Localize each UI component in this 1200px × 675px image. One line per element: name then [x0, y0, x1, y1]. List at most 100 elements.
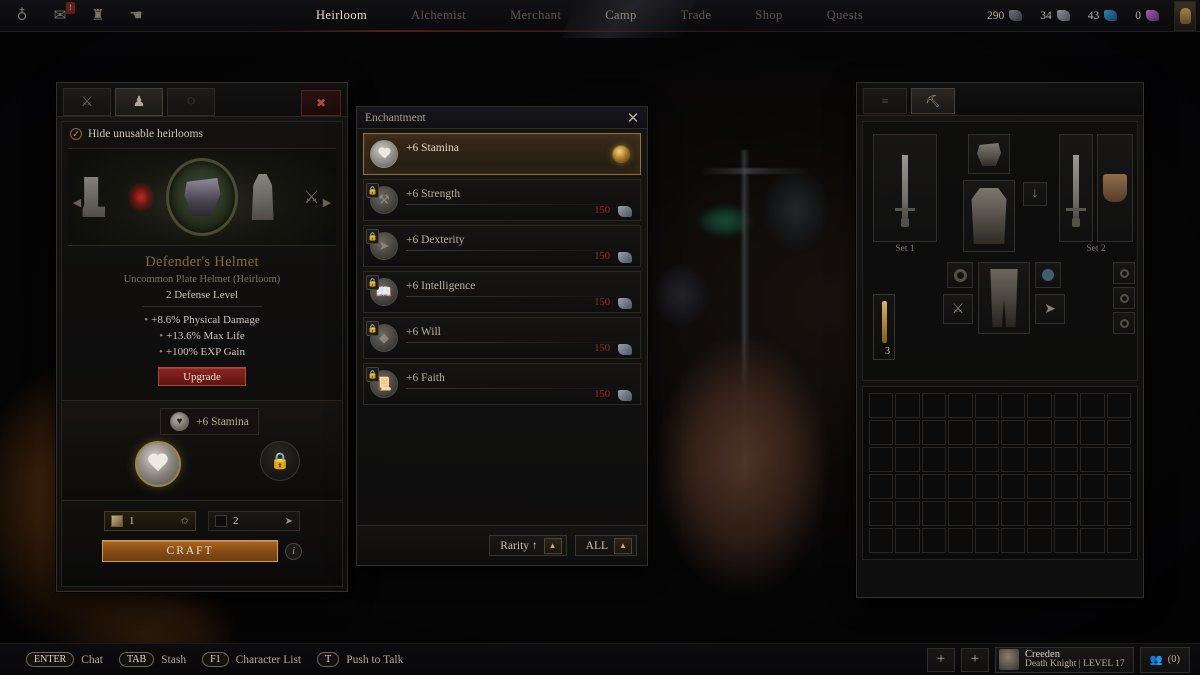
hint-push-to-talk[interactable]: T Push to Talk — [317, 652, 403, 667]
inventory-cell[interactable] — [1027, 393, 1052, 418]
globe-icon[interactable]: ♁ — [12, 6, 32, 26]
upgrade-button[interactable]: Upgrade — [158, 367, 246, 386]
inventory-cell[interactable] — [1027, 420, 1052, 445]
enchantment-row-strength[interactable]: ⚒ 🔒 +6 Strength 150 — [363, 179, 641, 221]
add-button-2[interactable]: + — [960, 647, 989, 672]
trophy-icon[interactable]: ♜ — [88, 6, 108, 26]
equip-slot-tool[interactable]: ⚔ — [943, 294, 973, 324]
add-button-1[interactable]: + — [926, 647, 955, 672]
inventory-cell[interactable] — [895, 501, 920, 526]
inventory-cell[interactable] — [1080, 420, 1105, 445]
currency-violet[interactable]: 0 — [1126, 10, 1168, 22]
inventory-cell[interactable] — [1080, 528, 1105, 553]
equip-slot-chest[interactable] — [963, 180, 1015, 252]
inventory-cell[interactable] — [974, 420, 999, 445]
equip-slot-amulet[interactable] — [1035, 262, 1061, 288]
inventory-cell[interactable] — [921, 420, 947, 445]
enchantment-row-dexterity[interactable]: ➤ 🔒 +6 Dexterity 150 — [363, 225, 641, 267]
currency-silver[interactable]: 290 — [978, 10, 1031, 22]
inventory-cell[interactable] — [869, 474, 894, 499]
filter-direction-icon[interactable]: ▲ — [614, 537, 632, 554]
tab-stats[interactable]: ≡ — [863, 88, 907, 114]
material-slot-scroll[interactable]: 1 ✩ — [104, 511, 196, 531]
equip-slot-belt[interactable] — [947, 262, 973, 288]
inventory-cell[interactable] — [1106, 393, 1131, 418]
craft-button[interactable]: CRAFT — [102, 540, 279, 562]
nav-merchant[interactable]: Merchant — [488, 4, 583, 27]
party-button[interactable]: 👥 (0) — [1139, 646, 1190, 673]
inventory-cell[interactable] — [895, 447, 920, 472]
inventory-cell[interactable] — [921, 393, 947, 418]
equip-slot-ring-3[interactable] — [1113, 312, 1135, 334]
inventory-cell[interactable] — [869, 501, 894, 526]
inventory-cell[interactable] — [974, 474, 999, 499]
enchantment-row-will[interactable]: ◆ 🔒 +6 Will 150 — [363, 317, 641, 359]
emote-icon[interactable]: ☚ — [126, 6, 146, 26]
equip-slot-ring-1[interactable] — [1113, 262, 1135, 284]
inventory-cell[interactable] — [1053, 447, 1079, 472]
tab-armor[interactable]: ♟ — [115, 88, 163, 116]
inventory-cell[interactable] — [1027, 501, 1052, 526]
inventory-cell[interactable] — [1080, 447, 1105, 472]
carousel-item-boots[interactable] — [74, 171, 111, 223]
enchantment-row-stamina[interactable]: +6 Stamina — [363, 133, 641, 175]
material-slot-shard[interactable]: 2 ➤ — [208, 511, 300, 531]
equip-slot-set2-weapon[interactable] — [1059, 134, 1093, 242]
craft-panel-close-button[interactable]: ✖ — [301, 90, 341, 116]
inventory-cell[interactable] — [1000, 447, 1026, 472]
inventory-cell[interactable] — [869, 528, 894, 553]
inventory-cell[interactable] — [895, 420, 920, 445]
inventory-cell[interactable] — [1027, 528, 1052, 553]
equip-slot-head[interactable] — [968, 134, 1010, 174]
player-portrait-icon[interactable] — [1174, 0, 1196, 31]
inventory-cell[interactable] — [948, 474, 973, 499]
inventory-cell[interactable] — [948, 393, 973, 418]
nav-trade[interactable]: Trade — [659, 4, 734, 27]
inventory-cell[interactable] — [1106, 501, 1131, 526]
inventory-cell[interactable] — [1080, 474, 1105, 499]
inventory-cell[interactable] — [1080, 393, 1105, 418]
inventory-cell[interactable] — [1000, 528, 1026, 553]
inventory-cell[interactable] — [974, 393, 999, 418]
inventory-cell[interactable] — [1027, 474, 1052, 499]
info-icon[interactable]: i — [285, 542, 302, 560]
close-icon[interactable]: ✕ — [621, 106, 645, 130]
inventory-cell[interactable] — [1053, 528, 1079, 553]
tab-jewelry[interactable]: ◌ — [167, 88, 215, 116]
hint-chat[interactable]: ENTER Chat — [26, 652, 103, 667]
inventory-cell[interactable] — [1000, 420, 1026, 445]
carousel-item-robe[interactable] — [244, 171, 281, 223]
inventory-cell[interactable] — [921, 501, 947, 526]
inventory-cell[interactable] — [921, 447, 947, 472]
inventory-cell[interactable] — [1053, 393, 1079, 418]
hide-unusable-heirlooms-toggle[interactable]: ✓ Hide unusable heirlooms — [62, 122, 342, 146]
inventory-cell[interactable] — [1080, 501, 1105, 526]
carousel-item-ember[interactable] — [123, 171, 160, 223]
inventory-cell[interactable] — [1027, 447, 1052, 472]
nav-quests[interactable]: Quests — [805, 4, 885, 27]
tab-equipment[interactable]: ⛏ — [911, 88, 955, 114]
equip-slot-legs[interactable] — [978, 262, 1030, 334]
sort-direction-icon[interactable]: ▲ — [543, 537, 562, 554]
inventory-cell[interactable] — [948, 501, 973, 526]
sort-dropdown[interactable]: Rarity ↑ ▲ — [489, 535, 567, 556]
inventory-cell[interactable] — [974, 447, 999, 472]
enchantment-row-faith[interactable]: 📜 🔒 +6 Faith 150 — [363, 363, 641, 405]
inventory-cell[interactable] — [948, 447, 973, 472]
inventory-cell[interactable] — [1053, 501, 1079, 526]
locked-enchant-slot[interactable]: 🔒 — [260, 441, 300, 481]
inventory-cell[interactable] — [948, 528, 973, 553]
inventory-cell[interactable] — [1106, 528, 1131, 553]
inventory-cell[interactable] — [1106, 420, 1131, 445]
equip-slot-set2-offhand[interactable] — [1097, 134, 1133, 242]
inventory-cell[interactable] — [921, 528, 947, 553]
nav-alchemist[interactable]: Alchemist — [389, 4, 488, 27]
equip-slot-boots[interactable]: ➤ — [1035, 294, 1065, 324]
hint-character-list[interactable]: F1 Character List — [202, 652, 301, 667]
inventory-cell[interactable] — [1000, 474, 1026, 499]
inventory-cell[interactable] — [921, 474, 947, 499]
potion-slot[interactable]: 3 — [873, 294, 895, 360]
inventory-cell[interactable] — [869, 393, 894, 418]
equip-slot-ring-2[interactable] — [1113, 287, 1135, 309]
inventory-cell[interactable] — [895, 393, 920, 418]
